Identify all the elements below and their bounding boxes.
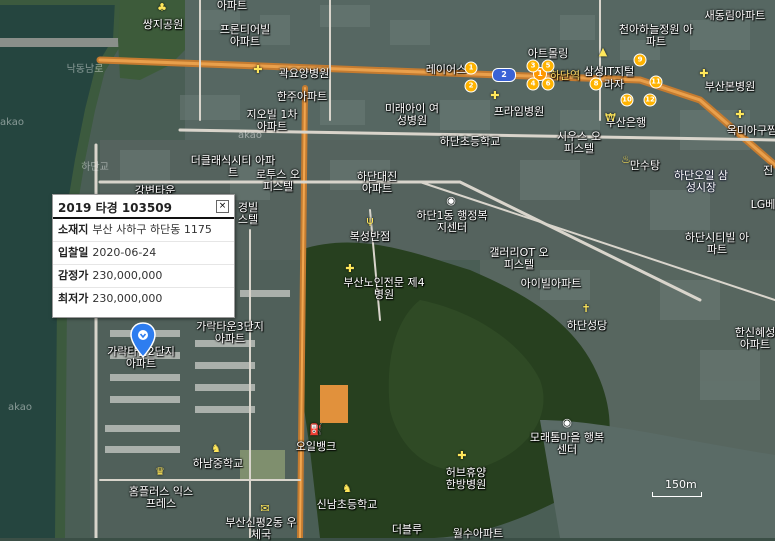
case-number-title: 2019 타경 103509 bbox=[58, 199, 172, 216]
subway-exit-marker[interactable]: 6 bbox=[542, 78, 555, 91]
hospital-icon[interactable]: ✚ bbox=[345, 264, 355, 274]
bath-icon[interactable]: ♨ bbox=[621, 155, 631, 165]
popup-row-bid-date: 입찰일 2020-06-24 bbox=[53, 242, 234, 265]
map-label[interactable]: 신남초등학교 bbox=[317, 499, 378, 511]
map-label[interactable]: 하단성당 bbox=[567, 320, 607, 332]
map-label[interactable]: 하단초등학교 bbox=[440, 136, 501, 148]
subway-exit-marker[interactable]: 5 bbox=[542, 60, 555, 73]
post-office-icon[interactable]: ✉ bbox=[260, 504, 270, 514]
row-label: 감정가 bbox=[58, 269, 88, 282]
hospital-icon[interactable]: ✚ bbox=[735, 110, 745, 120]
subway-exit-marker[interactable]: 10 bbox=[621, 94, 634, 107]
subway-exit-marker[interactable]: 12 bbox=[644, 94, 657, 107]
map-label[interactable]: 홈플러스 익스프레스 bbox=[126, 486, 196, 510]
shop-icon[interactable]: ▲ bbox=[598, 47, 608, 57]
map-label[interactable]: 라자 bbox=[604, 79, 624, 91]
school-icon[interactable]: ♞ bbox=[211, 444, 221, 454]
park-icon[interactable]: ♣ bbox=[157, 3, 167, 13]
location-pin-icon[interactable] bbox=[130, 322, 156, 358]
map-label[interactable]: 레이어스 bbox=[426, 64, 466, 76]
row-value: 230,000,000 bbox=[92, 269, 162, 282]
row-value: 2020-06-24 bbox=[92, 246, 156, 259]
map-label[interactable]: 아트몰링 bbox=[528, 48, 568, 60]
map-label[interactable]: 아파트 bbox=[217, 0, 247, 12]
government-office-icon[interactable]: ◉ bbox=[446, 196, 456, 206]
map-label[interactable]: 부산본병원 bbox=[705, 81, 756, 93]
map-label[interactable]: 경빌 스텔 bbox=[233, 202, 263, 226]
shopping-cart-icon[interactable]: ♛ bbox=[155, 467, 165, 477]
popup-row-appraisal: 감정가 230,000,000 bbox=[53, 265, 234, 288]
map-label[interactable]: 하단오일 삼성시장 bbox=[674, 170, 729, 194]
map-label[interactable]: 아이빌아파트 bbox=[521, 278, 582, 290]
map-label[interactable]: 월수아파트 bbox=[453, 528, 504, 540]
popup-row-address: 소재지 부산 사하구 하단동 1175 bbox=[53, 219, 234, 242]
map-label[interactable]: 한주아파트 bbox=[277, 91, 328, 103]
auction-info-popup: 2019 타경 103509 × 소재지 부산 사하구 하단동 1175 입찰일 2… bbox=[52, 194, 235, 318]
map-label[interactable]: 쌍지공원 bbox=[143, 19, 183, 31]
map-label[interactable]: 가락타운3단지 아파트 bbox=[193, 321, 268, 345]
church-icon[interactable]: ✝ bbox=[581, 304, 591, 314]
map-label[interactable]: 복성반점 bbox=[350, 231, 390, 243]
hospital-icon[interactable]: ✚ bbox=[490, 91, 500, 101]
road-label: 낙동남로 bbox=[67, 64, 104, 76]
subway-exit-marker[interactable]: 1 bbox=[465, 62, 478, 75]
map-scale-label: 150m bbox=[665, 478, 697, 491]
map-label[interactable]: 부산신평2동 우체국 bbox=[221, 517, 301, 541]
map-label[interactable]: 천아하늘정원 아파트 bbox=[616, 24, 696, 48]
row-value: 230,000,000 bbox=[92, 292, 162, 305]
gas-station-icon[interactable]: ⛽ bbox=[309, 425, 319, 435]
map-label[interactable]: 옥미아구찜 bbox=[727, 125, 775, 137]
school-icon[interactable]: ♞ bbox=[342, 484, 352, 494]
map-label[interactable]: 허브휴양 한방병원 bbox=[441, 467, 491, 491]
map-scale-bar bbox=[652, 492, 702, 497]
map-label[interactable]: 하단시티빌 아파트 bbox=[682, 232, 752, 256]
map-label[interactable]: 갤러리OT 오피스텔 bbox=[489, 247, 549, 271]
subway-exit-marker[interactable]: 3 bbox=[527, 60, 540, 73]
map-label[interactable]: 프라임병원 bbox=[494, 106, 545, 118]
watermark-label: akao bbox=[8, 402, 32, 414]
map-label[interactable]: 하남중학교 bbox=[193, 458, 244, 470]
map-label[interactable]: 하단대진 아파트 bbox=[352, 171, 402, 195]
restaurant-icon[interactable]: ψ bbox=[365, 216, 375, 226]
popup-row-minimum-price: 최저가 230,000,000 bbox=[53, 288, 234, 310]
subway-exit-marker[interactable]: 2 bbox=[465, 80, 478, 93]
watermark-label: akao bbox=[0, 117, 24, 129]
map-label[interactable]: 만수탕 bbox=[630, 160, 660, 172]
map-label[interactable]: 오일뱅크 bbox=[296, 441, 336, 453]
map-label[interactable]: 새동림아파트 bbox=[705, 10, 766, 22]
subway-line2-badge[interactable]: 2 bbox=[492, 68, 516, 82]
subway-exit-marker[interactable]: 4 bbox=[527, 78, 540, 91]
watermark-label: akao bbox=[238, 130, 262, 142]
road-label: 하단교 bbox=[81, 162, 109, 174]
map-label[interactable]: LG베 bbox=[751, 199, 775, 211]
hospital-icon[interactable]: ✚ bbox=[457, 451, 467, 461]
map-label[interactable]: 로투스 오피스텔 bbox=[253, 169, 303, 193]
subway-exit-marker[interactable]: 11 bbox=[650, 76, 663, 89]
bank-icon[interactable]: ₩ bbox=[605, 113, 615, 123]
map-label[interactable]: 모래톰마을 행복센터 bbox=[530, 432, 605, 456]
map-label[interactable]: 부산노인전문 제4병원 bbox=[339, 277, 429, 301]
map-label[interactable]: 삼성IT지털 bbox=[584, 66, 634, 78]
hospital-icon[interactable]: ✚ bbox=[253, 65, 263, 75]
map-label[interactable]: 미래아이 여성병원 bbox=[382, 103, 442, 127]
hospital-icon[interactable]: ✚ bbox=[699, 69, 709, 79]
row-label: 입찰일 bbox=[58, 246, 88, 259]
community-center-icon[interactable]: ◉ bbox=[562, 418, 572, 428]
row-label: 소재지 bbox=[58, 223, 88, 236]
map-label[interactable]: 프론티어빌 아파트 bbox=[215, 24, 275, 48]
row-value: 부산 사하구 하단동 1175 bbox=[92, 223, 211, 236]
subway-exit-marker[interactable]: 9 bbox=[634, 54, 647, 67]
close-icon[interactable]: × bbox=[216, 200, 229, 213]
map-label[interactable]: 진 bbox=[763, 165, 773, 177]
map-label[interactable]: 더블루 bbox=[392, 524, 422, 536]
map-label[interactable]: 시우스 오피스텔 bbox=[554, 131, 604, 155]
map-label[interactable]: 하단1동 행정복지센터 bbox=[415, 210, 490, 234]
subway-exit-marker[interactable]: 8 bbox=[590, 78, 603, 91]
map-label[interactable]: 하단역 bbox=[550, 70, 580, 82]
popup-header: 2019 타경 103509 × bbox=[53, 195, 234, 219]
row-label: 최저가 bbox=[58, 292, 88, 305]
map-label[interactable]: 곽요양병원 bbox=[279, 68, 330, 80]
map-label[interactable]: 한신혜성 아파트 bbox=[733, 327, 775, 351]
